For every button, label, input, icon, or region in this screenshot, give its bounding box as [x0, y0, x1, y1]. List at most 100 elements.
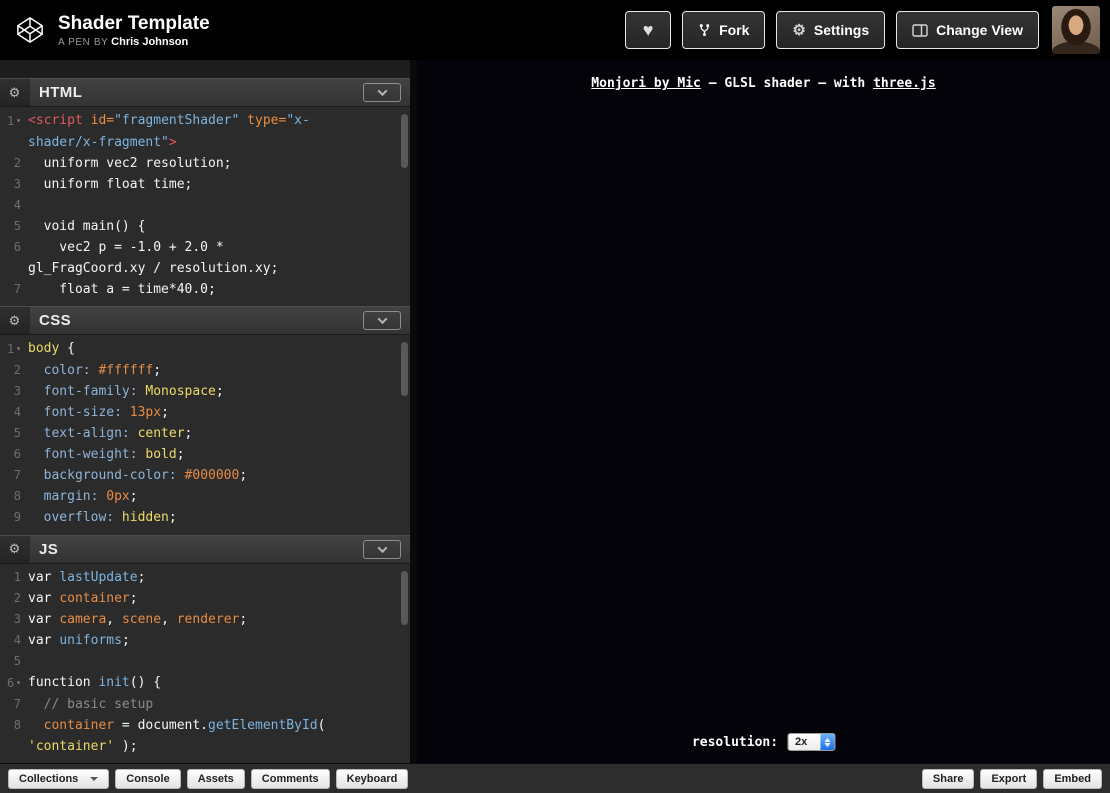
- css-editor-scrollbar[interactable]: [401, 342, 408, 396]
- embed-button[interactable]: Embed: [1043, 769, 1102, 789]
- fold-arrow-icon[interactable]: ▾: [16, 678, 21, 687]
- code-line[interactable]: 9 overflow: hidden;: [0, 507, 410, 528]
- js-panel-gear-icon[interactable]: ⚙: [0, 536, 30, 563]
- code-line[interactable]: 5: [0, 651, 410, 672]
- settings-label: Settings: [814, 22, 869, 38]
- fold-arrow-icon[interactable]: ▾: [16, 344, 21, 353]
- author-link[interactable]: Chris Johnson: [111, 36, 188, 48]
- code-line[interactable]: 6 vec2 p = -1.0 + 2.0 *: [0, 237, 410, 258]
- line-number: 9: [0, 507, 28, 528]
- line-number: 1▾: [0, 110, 28, 132]
- export-label: Export: [991, 773, 1026, 785]
- line-number: 6: [0, 237, 28, 258]
- resolution-label: resolution:: [692, 735, 778, 750]
- code-line[interactable]: 6 font-weight: bold;: [0, 444, 410, 465]
- line-number: 6: [0, 444, 28, 465]
- code-line[interactable]: 1▾<script id="fragmentShader" type="x-: [0, 110, 410, 132]
- resize-divider[interactable]: [410, 60, 417, 763]
- header: Shader Template A PEN BY Chris Johnson ♥…: [0, 0, 1110, 60]
- avatar[interactable]: [1052, 6, 1100, 54]
- code-line[interactable]: 3 font-family: Monospace;: [0, 381, 410, 402]
- css-editor-panel: ⚙ CSS 1▾body {2 color: #ffffff;3 font-fa…: [0, 306, 410, 534]
- code-line[interactable]: 6▾function init() {: [0, 672, 410, 694]
- code-line[interactable]: gl_FragCoord.xy / resolution.xy;: [0, 258, 410, 279]
- chevron-down-icon: [377, 543, 387, 553]
- assets-label: Assets: [198, 773, 234, 785]
- console-label: Console: [126, 773, 169, 785]
- monjori-link[interactable]: Monjori by Mic: [591, 76, 701, 91]
- export-button[interactable]: Export: [980, 769, 1037, 789]
- code-line[interactable]: 3var camera, scene, renderer;: [0, 609, 410, 630]
- code-line[interactable]: 5 void main() {: [0, 216, 410, 237]
- select-stepper-icon: [820, 734, 834, 750]
- js-panel-title: JS: [39, 541, 58, 558]
- gear-icon: ⚙: [792, 23, 805, 38]
- code-line[interactable]: 7 // basic setup: [0, 694, 410, 715]
- js-collapse-button[interactable]: [363, 540, 401, 559]
- line-number: 1: [0, 567, 28, 588]
- line-number: 2: [0, 153, 28, 174]
- threejs-link[interactable]: three.js: [873, 76, 936, 91]
- line-number: 5: [0, 651, 28, 672]
- code-line[interactable]: 7 float a = time*40.0;: [0, 279, 410, 300]
- share-label: Share: [933, 773, 964, 785]
- code-line[interactable]: 7 background-color: #000000;: [0, 465, 410, 486]
- code-line[interactable]: 8 container = document.getElementById(: [0, 715, 410, 736]
- settings-button[interactable]: ⚙ Settings: [776, 11, 885, 49]
- code-line[interactable]: 2var container;: [0, 588, 410, 609]
- love-button[interactable]: ♥: [625, 11, 671, 49]
- shader-canvas: [417, 60, 1110, 763]
- title-block: Shader Template A PEN BY Chris Johnson: [58, 13, 210, 48]
- line-number: [0, 132, 28, 153]
- line-number: 6▾: [0, 672, 28, 694]
- html-code-editor[interactable]: 1▾<script id="fragmentShader" type="x-sh…: [0, 107, 410, 306]
- fork-label: Fork: [719, 22, 749, 38]
- code-line[interactable]: 2 color: #ffffff;: [0, 360, 410, 381]
- line-number: 7: [0, 465, 28, 486]
- assets-button[interactable]: Assets: [187, 769, 245, 789]
- js-editor-scrollbar[interactable]: [401, 571, 408, 625]
- fork-button[interactable]: Fork: [682, 11, 765, 49]
- codepen-logo-icon[interactable]: [16, 15, 46, 45]
- line-number: 4: [0, 195, 28, 216]
- code-line[interactable]: 2 uniform vec2 resolution;: [0, 153, 410, 174]
- code-line[interactable]: 4var uniforms;: [0, 630, 410, 651]
- line-number: 8: [0, 486, 28, 507]
- line-number: 2: [0, 360, 28, 381]
- html-panel-gear-icon[interactable]: ⚙: [0, 79, 30, 106]
- comments-label: Comments: [262, 773, 319, 785]
- line-number: [0, 258, 28, 279]
- code-line[interactable]: 'container' );: [0, 736, 410, 757]
- keyboard-button[interactable]: Keyboard: [336, 769, 409, 789]
- change-view-button[interactable]: Change View: [896, 11, 1039, 49]
- fork-icon: [698, 23, 711, 37]
- code-line[interactable]: 1▾body {: [0, 338, 410, 360]
- line-number: 5: [0, 216, 28, 237]
- css-collapse-button[interactable]: [363, 311, 401, 330]
- html-collapse-button[interactable]: [363, 83, 401, 102]
- embed-label: Embed: [1054, 773, 1091, 785]
- html-editor-scrollbar[interactable]: [401, 114, 408, 168]
- code-line[interactable]: 3 uniform float time;: [0, 174, 410, 195]
- caret-down-icon: [90, 777, 98, 781]
- css-panel-header: ⚙ CSS: [0, 306, 410, 335]
- css-panel-gear-icon[interactable]: ⚙: [0, 307, 30, 334]
- js-code-editor[interactable]: 1var lastUpdate;2var container;3var came…: [0, 564, 410, 763]
- line-number: 4: [0, 630, 28, 651]
- console-button[interactable]: Console: [115, 769, 180, 789]
- preview-title-text: – GLSL shader – with: [701, 76, 873, 91]
- code-line[interactable]: 4 font-size: 13px;: [0, 402, 410, 423]
- comments-button[interactable]: Comments: [251, 769, 330, 789]
- code-line[interactable]: 5 text-align: center;: [0, 423, 410, 444]
- code-line[interactable]: 8 margin: 0px;: [0, 486, 410, 507]
- collections-button[interactable]: Collections: [8, 769, 109, 789]
- resolution-select[interactable]: 2x: [787, 733, 835, 751]
- fold-arrow-icon[interactable]: ▾: [16, 116, 21, 125]
- code-line[interactable]: 1var lastUpdate;: [0, 567, 410, 588]
- share-button[interactable]: Share: [922, 769, 975, 789]
- code-line[interactable]: shader/x-fragment">: [0, 132, 410, 153]
- heart-icon: ♥: [643, 21, 654, 39]
- line-number: 2: [0, 588, 28, 609]
- code-line[interactable]: 4: [0, 195, 410, 216]
- css-code-editor[interactable]: 1▾body {2 color: #ffffff;3 font-family: …: [0, 335, 410, 534]
